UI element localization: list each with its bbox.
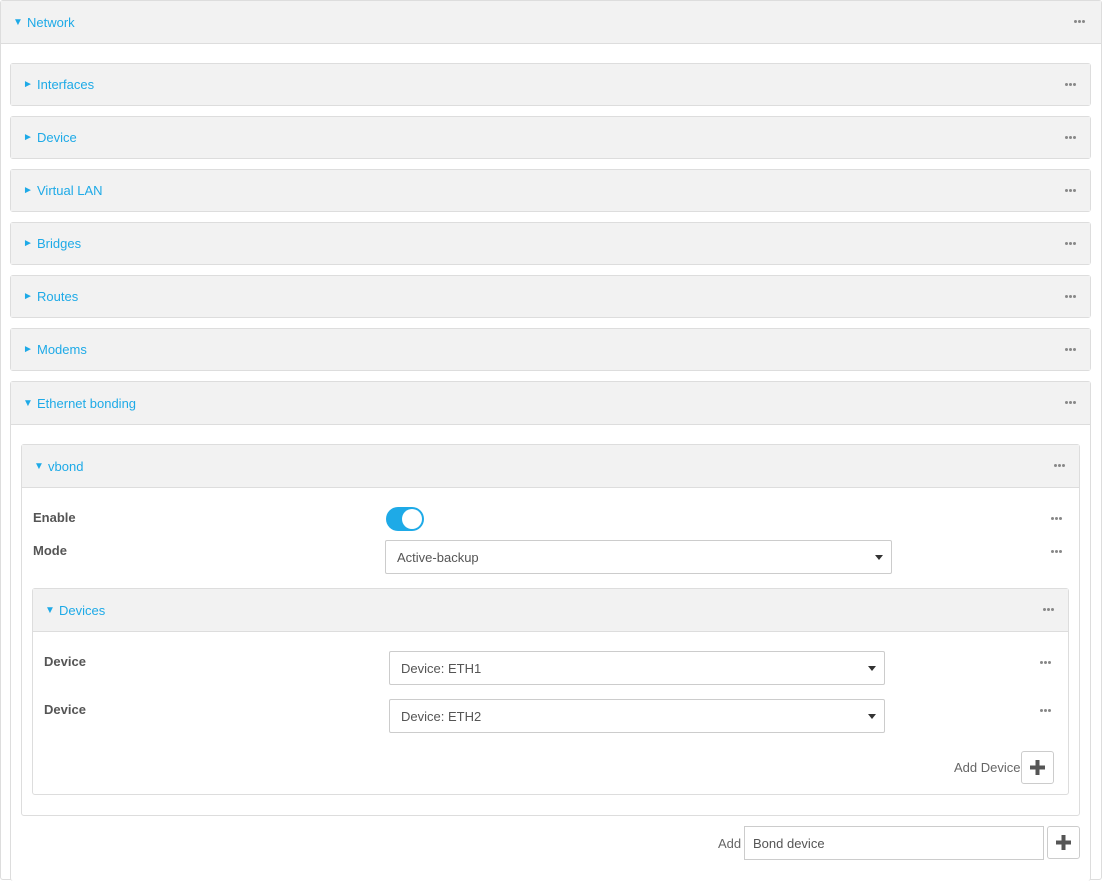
section-title: Interfaces	[37, 77, 95, 92]
enable-toggle[interactable]	[386, 507, 424, 531]
mode-select[interactable]: Active-backup	[385, 540, 892, 574]
section-virtual-lan: ► Virtual LAN	[10, 169, 1091, 212]
device-select-value: Device: ETH2	[401, 708, 482, 724]
mode-select-value: Active-backup	[397, 549, 479, 565]
network-title: Network	[27, 14, 75, 30]
section-toggle-ethernet-bonding[interactable]: ▼ Ethernet bonding	[23, 396, 136, 411]
device-label: Device	[44, 654, 86, 669]
more-dots-icon[interactable]	[1043, 608, 1054, 611]
section-title: Virtual LAN	[37, 183, 103, 198]
caret-down-icon	[875, 555, 883, 560]
triangle-down-icon: ▼	[13, 16, 23, 28]
section-header: ► Interfaces	[11, 64, 1090, 105]
more-dots-icon[interactable]	[1065, 188, 1076, 192]
section-header: ► Device	[11, 117, 1090, 158]
triangle-right-icon: ►	[23, 291, 33, 302]
network-header: ▼ Network	[1, 1, 1101, 44]
more-dots-icon[interactable]	[1040, 709, 1051, 712]
section-title: Device	[37, 130, 77, 145]
more-dots-icon[interactable]	[1065, 82, 1076, 86]
section-header: ► Modems	[11, 329, 1090, 370]
add-device-label: Add Device	[954, 760, 1021, 775]
network-toggle[interactable]: ▼ Network	[13, 15, 75, 30]
section-toggle-device[interactable]: ► Device	[23, 130, 77, 145]
more-dots-icon[interactable]	[1065, 241, 1076, 245]
device-select-1[interactable]: Device: ETH1	[389, 651, 885, 685]
more-dots-icon[interactable]	[1065, 401, 1076, 404]
section-title: Routes	[37, 289, 79, 304]
device-select-2[interactable]: Device: ETH2	[389, 699, 885, 733]
mode-label: Mode	[33, 543, 67, 558]
devices-panel: ▼ Devices	[32, 588, 1069, 795]
section-header: ► Virtual LAN	[11, 170, 1090, 211]
add-bond-device-button[interactable]	[1047, 826, 1080, 859]
section-toggle-bridges[interactable]: ► Bridges	[23, 236, 81, 251]
devices-title: Devices	[59, 602, 106, 618]
triangle-down-icon: ▼	[45, 604, 55, 616]
more-dots-icon[interactable]	[1040, 661, 1051, 664]
more-dots-icon[interactable]	[1065, 294, 1076, 298]
add-label: Add	[718, 836, 742, 851]
section-modems: ► Modems	[10, 328, 1091, 371]
vbond-header: ▼ vbond	[22, 445, 1079, 488]
section-toggle-modems[interactable]: ► Modems	[23, 342, 87, 357]
section-bridges: ► Bridges	[10, 222, 1091, 265]
triangle-down-icon: ▼	[34, 460, 44, 472]
triangle-right-icon: ►	[23, 238, 33, 249]
section-title: Bridges	[37, 236, 82, 251]
more-dots-icon[interactable]	[1051, 550, 1062, 553]
device-select-value: Device: ETH1	[401, 660, 482, 676]
devices-toggle[interactable]: ▼ Devices	[45, 603, 105, 618]
triangle-right-icon: ►	[23, 344, 33, 355]
more-dots-icon[interactable]	[1065, 135, 1076, 139]
section-toggle-interfaces[interactable]: ► Interfaces	[23, 77, 94, 92]
section-header: ► Bridges	[11, 223, 1090, 264]
section-title: Ethernet bonding	[37, 395, 137, 411]
section-device: ► Device	[10, 116, 1091, 159]
more-dots-icon[interactable]	[1051, 517, 1062, 520]
triangle-down-icon: ▼	[23, 397, 33, 409]
device-label: Device	[44, 702, 86, 717]
enable-label: Enable	[33, 510, 76, 525]
toggle-knob	[402, 509, 422, 529]
more-dots-icon[interactable]	[1065, 347, 1076, 351]
plus-icon	[1030, 760, 1045, 775]
section-toggle-routes[interactable]: ► Routes	[23, 289, 78, 304]
triangle-right-icon: ►	[23, 79, 33, 90]
triangle-right-icon: ►	[23, 185, 33, 196]
more-dots-icon[interactable]	[1054, 464, 1065, 467]
section-header: ▼ Ethernet bonding	[11, 382, 1090, 425]
section-interfaces: ► Interfaces	[10, 63, 1091, 106]
vbond-title: vbond	[48, 458, 84, 474]
caret-down-icon	[868, 666, 876, 671]
triangle-right-icon: ►	[23, 132, 33, 143]
caret-down-icon	[868, 714, 876, 719]
bond-device-input[interactable]	[744, 826, 1044, 860]
vbond-toggle[interactable]: ▼ vbond	[34, 459, 83, 474]
more-dots-icon[interactable]	[1074, 20, 1085, 23]
section-toggle-virtual-lan[interactable]: ► Virtual LAN	[23, 183, 103, 198]
section-header: ► Routes	[11, 276, 1090, 317]
devices-header: ▼ Devices	[33, 589, 1068, 632]
section-routes: ► Routes	[10, 275, 1091, 318]
section-title: Modems	[37, 342, 87, 357]
plus-icon	[1056, 835, 1071, 850]
add-device-button[interactable]	[1021, 751, 1054, 784]
